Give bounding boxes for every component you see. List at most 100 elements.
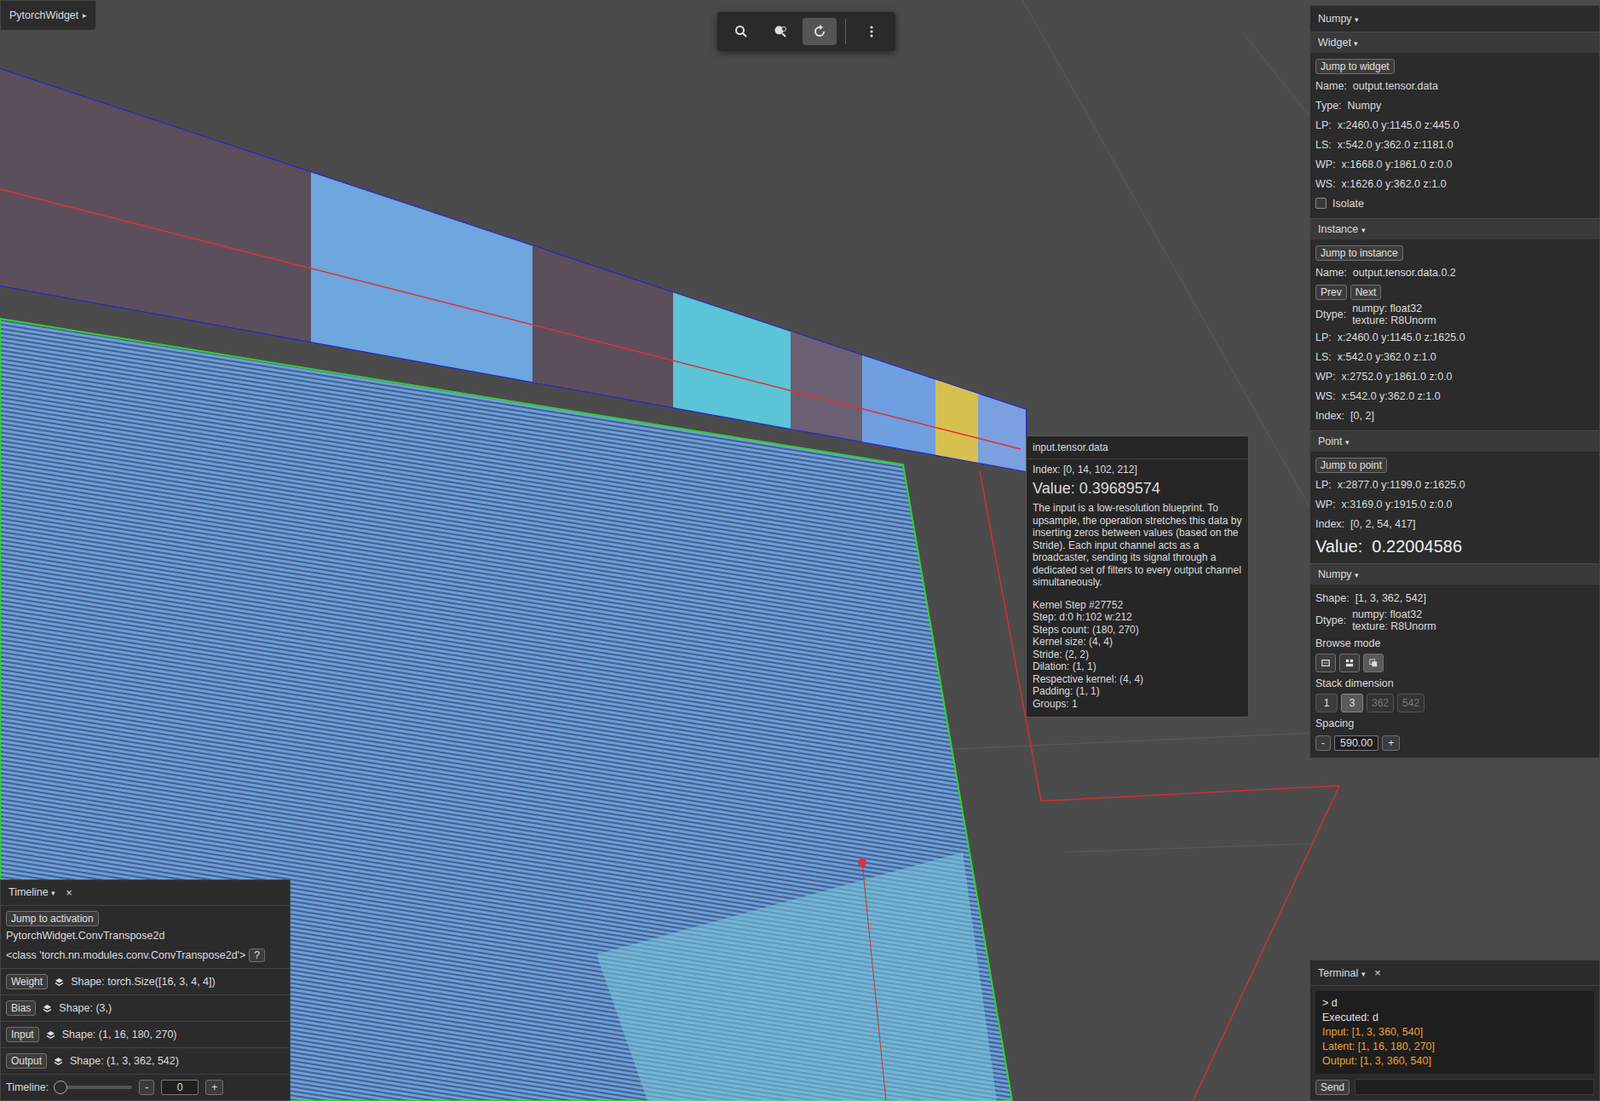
tooltip-detail: Steps count: (180, 270) xyxy=(1032,623,1243,637)
timeline-slider[interactable] xyxy=(55,1085,133,1089)
param-row: WeightShape: torch.Size([16, 3, 4, 4]) xyxy=(0,967,290,995)
section-header[interactable]: Widget ▾ xyxy=(1310,31,1600,53)
stack-dimension-button[interactable]: 1 xyxy=(1315,693,1338,713)
jump-button[interactable]: Jump to point xyxy=(1315,457,1388,473)
widget-section: Jump to widgetName:output.tensor.dataTyp… xyxy=(1310,52,1600,219)
step-back[interactable]: - xyxy=(138,1079,155,1095)
jump-button[interactable]: Jump to activation xyxy=(5,910,99,927)
grid-lines xyxy=(937,0,1313,852)
field-row: WP:x:1668.0 y:1861.0 z:0.0 xyxy=(1315,154,1595,174)
terminal-line: Input: [1, 3, 360, 540] xyxy=(1322,1024,1588,1040)
field-row: LP:x:2877.0 y:1199.0 z:1625.0 xyxy=(1315,474,1595,495)
input-plane[interactable] xyxy=(0,318,1013,1101)
nav-button[interactable]: Prev xyxy=(1315,284,1347,300)
field-row: Shape:[1, 3, 362, 542] xyxy=(1315,587,1595,608)
spacing-field[interactable]: 590.00 xyxy=(1334,735,1379,751)
point-section: Jump to pointLP:x:2877.0 y:1199.0 z:1625… xyxy=(1310,451,1600,564)
image-tile[interactable] xyxy=(790,331,865,443)
tooltip-detail: Step: d:0 h:102 w:212 xyxy=(1032,610,1243,624)
widget-badge[interactable]: PytorchWidget▸ xyxy=(0,0,97,31)
field-row: LS:x:542.0 y:362.0 z:1.0 xyxy=(1315,346,1595,367)
param-button[interactable]: Bias xyxy=(5,1000,36,1016)
numpy-section: Shape:[1, 3, 362, 542]Dtype:numpy: float… xyxy=(1310,584,1600,758)
inspector-header[interactable]: Numpy ▾ xyxy=(1310,5,1600,32)
section-header[interactable]: Point ▾ xyxy=(1310,430,1600,452)
zoom-pin-icon xyxy=(773,24,788,39)
stack-icon xyxy=(1369,657,1378,668)
isolate-row[interactable]: Isolate xyxy=(1315,193,1595,213)
terminal-panel: Terminal ▾ × > dExecuted: dInput: [1, 3, … xyxy=(1309,959,1600,1101)
image-tile[interactable] xyxy=(532,246,682,409)
send-button[interactable]: Send xyxy=(1315,1079,1350,1095)
param-button[interactable]: Weight xyxy=(5,973,48,990)
image-tile[interactable] xyxy=(310,172,546,385)
inspector-panel: Numpy ▾Widget ▾Jump to widgetName:output… xyxy=(1309,5,1600,759)
image-tile[interactable] xyxy=(0,69,311,342)
browse-mode-button[interactable] xyxy=(1315,653,1336,673)
browse-label: Browse mode xyxy=(1315,633,1595,653)
timeline-header[interactable]: Timeline ▾× xyxy=(0,880,290,906)
image-tile[interactable] xyxy=(673,292,797,430)
terminal-input[interactable] xyxy=(1354,1078,1595,1095)
terminal-header[interactable]: Terminal ▾ × xyxy=(1310,960,1600,986)
rotate-icon xyxy=(812,24,827,39)
stack-dimension-button[interactable]: 3 xyxy=(1341,693,1364,713)
param-button[interactable]: Input xyxy=(5,1026,40,1042)
field-row: Index:[0, 2, 54, 417] xyxy=(1315,513,1595,534)
section-header[interactable]: Instance ▾ xyxy=(1310,218,1600,240)
field-row: Dtype:numpy: float32texture: R8Unorm xyxy=(1315,607,1595,634)
grid-icon xyxy=(1345,657,1354,668)
zoom-pin-button[interactable] xyxy=(763,17,798,46)
field-row: Dtype:numpy: float32texture: R8Unorm xyxy=(1315,301,1595,328)
terminal-line: > d xyxy=(1322,995,1588,1011)
param-button[interactable]: Output xyxy=(5,1053,47,1069)
image-tile[interactable] xyxy=(935,379,980,464)
module-name: PytorchWidget.ConvTranspose2d xyxy=(5,929,285,942)
slider-knob[interactable] xyxy=(53,1080,68,1094)
spacing-increase[interactable]: + xyxy=(1381,735,1400,751)
tooltip-detail: Stride: (2, 2) xyxy=(1032,648,1243,662)
image-tile[interactable] xyxy=(862,355,938,455)
tooltip-description: The input is a low-resolution blueprint.… xyxy=(1032,501,1243,589)
jump-button[interactable]: Jump to instance xyxy=(1315,245,1404,261)
section-header[interactable]: Numpy ▾ xyxy=(1310,563,1600,585)
field-row: WP:x:3169.0 y:1915.0 z:0.0 xyxy=(1315,494,1595,514)
close-button[interactable]: × xyxy=(65,886,73,899)
timeline-row: Timeline:-0+ xyxy=(0,1073,290,1100)
field-row: Name:output.tensor.data xyxy=(1315,75,1595,96)
image-tile[interactable] xyxy=(978,393,1026,472)
spacing-decrease[interactable]: - xyxy=(1315,735,1331,751)
tooltip-detail: Kernel Step #27752 xyxy=(1032,598,1243,612)
help-button[interactable]: ? xyxy=(248,948,265,962)
point-marker[interactable] xyxy=(857,857,867,867)
more-icon xyxy=(864,24,879,39)
tooltip-value: Value: 0.39689574 xyxy=(1032,477,1243,499)
step-field[interactable]: 0 xyxy=(161,1079,199,1095)
terminal-line: Latent: [1, 16, 180, 270] xyxy=(1322,1039,1588,1054)
rotate-button[interactable] xyxy=(802,17,837,46)
list-icon xyxy=(1321,657,1330,668)
search-button[interactable] xyxy=(724,17,759,46)
field-row: Type:Numpy xyxy=(1315,95,1595,116)
browse-mode-button[interactable] xyxy=(1339,653,1360,673)
field-row: LS:x:542.0 y:362.0 z:1181.0 xyxy=(1315,134,1595,155)
layers-icon xyxy=(42,1003,52,1013)
tooltip-detail: Respective kernel: (4, 4) xyxy=(1032,673,1243,686)
terminal-line: Executed: d xyxy=(1322,1010,1588,1025)
nav-button[interactable]: Next xyxy=(1350,284,1382,300)
stack-dimension-button: 362 xyxy=(1366,693,1394,713)
stack-dimension-button: 542 xyxy=(1397,693,1425,713)
layers-icon xyxy=(53,1056,64,1066)
isolate-checkbox[interactable] xyxy=(1315,197,1327,209)
field-row: LP:x:2460.0 y:1145.0 z:1625.0 xyxy=(1315,327,1595,347)
tooltip-detail: Groups: 1 xyxy=(1032,697,1243,711)
browse-mode-button[interactable] xyxy=(1363,653,1384,673)
step-forward[interactable]: + xyxy=(205,1079,224,1095)
terminal-line: Output: [1, 3, 360, 540] xyxy=(1322,1053,1588,1069)
viewport[interactable]: PytorchWidget▸Numpy ▾Widget ▾Jump to wid… xyxy=(0,0,1600,1101)
field-row: LP:x:2460.0 y:1145.0 z:445.0 xyxy=(1315,115,1595,135)
stack-label: Stack dimension xyxy=(1315,673,1595,693)
close-button[interactable]: × xyxy=(1374,966,1382,979)
more-button[interactable] xyxy=(854,17,889,46)
jump-button[interactable]: Jump to widget xyxy=(1315,58,1395,75)
